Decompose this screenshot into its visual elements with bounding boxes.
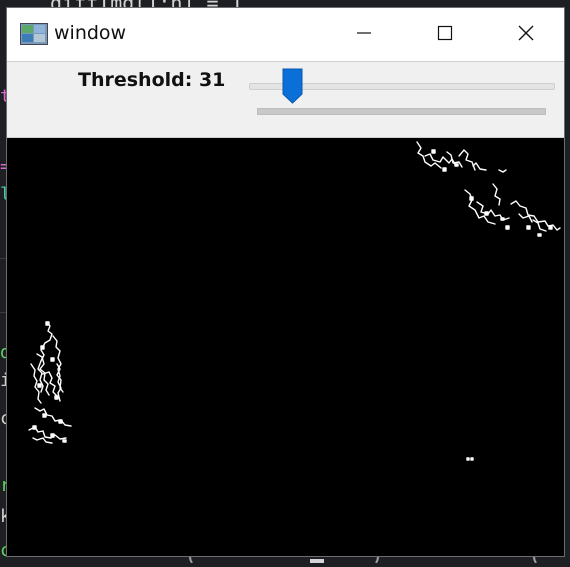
close-button[interactable] <box>503 8 549 62</box>
threshold-tick-bar <box>257 108 546 115</box>
threshold-image-canvas <box>7 138 564 556</box>
threshold-image <box>28 141 561 461</box>
opencv-window[interactable]: window Threshold: 31 <box>6 7 565 557</box>
threshold-slider-thumb[interactable] <box>281 68 304 104</box>
maximize-icon <box>436 24 454 46</box>
title-bar[interactable]: window <box>7 8 564 62</box>
minimize-button[interactable] <box>341 8 387 62</box>
minimize-icon <box>355 24 373 46</box>
trackbar-panel: Threshold: 31 <box>7 62 564 138</box>
window-title: window <box>54 22 127 44</box>
opencv-window-icon <box>20 23 48 45</box>
close-icon <box>517 24 535 46</box>
maximize-button[interactable] <box>422 8 468 62</box>
threshold-label: Threshold: 31 <box>78 69 226 91</box>
